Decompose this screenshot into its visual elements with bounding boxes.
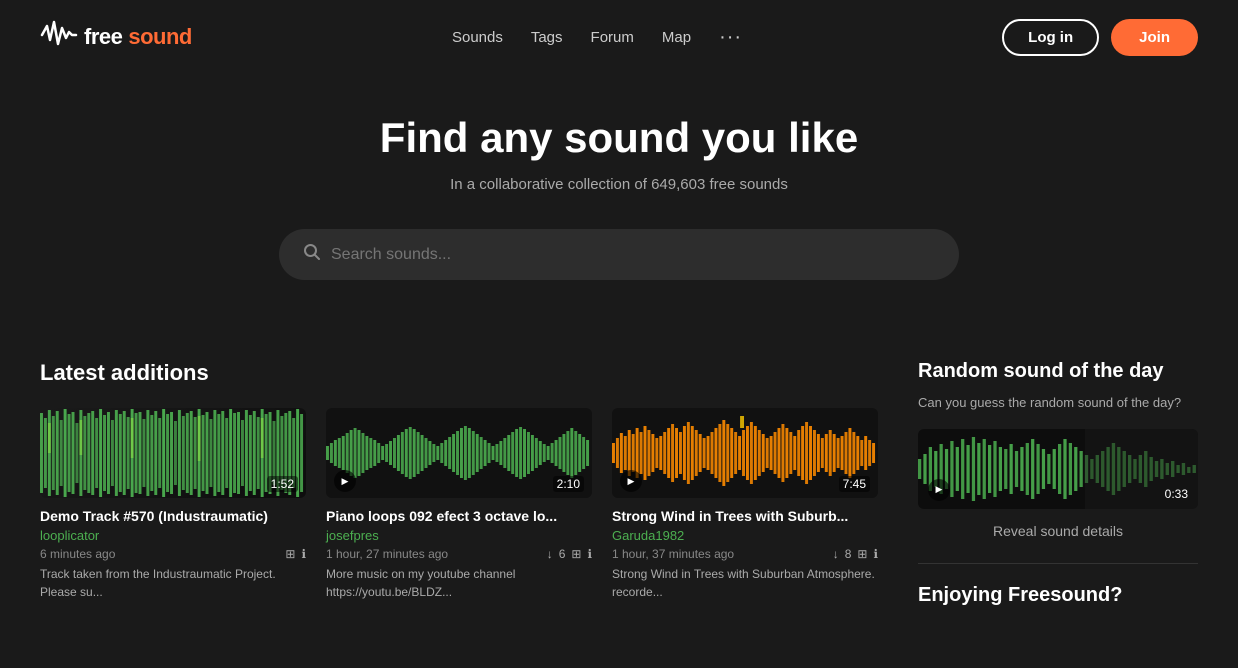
card-1-author[interactable]: looplicator [40, 528, 306, 543]
random-sound-title: Random sound of the day [918, 360, 1198, 383]
waveform-1: 1:52 [40, 408, 306, 498]
nav-more[interactable]: ··· [719, 26, 742, 49]
card-3-play[interactable]: ▶ [620, 470, 642, 492]
stack-icon-2: ⊞ [571, 547, 581, 561]
card-2-meta: 1 hour, 27 minutes ago ↓ 6 ⊞ ℹ [326, 547, 592, 561]
card-1-description: Track taken from the Industraumatic Proj… [40, 565, 306, 601]
join-button[interactable]: Join [1111, 19, 1198, 56]
latest-additions: Latest additions [40, 360, 878, 607]
enjoying-title: Enjoying Freesound? [918, 584, 1198, 607]
sound-card-3[interactable]: ▶ 7:45 Strong Wind in Trees with Suburb.… [612, 408, 878, 601]
info-icon-3: ℹ [873, 547, 878, 561]
waveform-2: ▶ 2:10 [326, 408, 592, 498]
random-duration: 0:33 [1165, 487, 1188, 501]
random-sound-subtitle: Can you guess the random sound of the da… [918, 393, 1198, 413]
sidebar: Random sound of the day Can you guess th… [918, 360, 1198, 607]
nav-forum[interactable]: Forum [591, 29, 634, 46]
card-1-title: Demo Track #570 (Industraumatic) [40, 508, 306, 524]
random-play-button[interactable]: ▶ [928, 479, 950, 501]
nav-sounds[interactable]: Sounds [452, 29, 503, 46]
info-icon: ℹ [301, 547, 306, 561]
info-icon-2: ℹ [587, 547, 592, 561]
hero-title: Find any sound you like [20, 114, 1218, 162]
random-waveform: ▶ 0:33 [918, 429, 1198, 509]
sound-card-1[interactable]: 1:52 Demo Track #570 (Industraumatic) lo… [40, 408, 306, 601]
sound-card-2[interactable]: ▶ 2:10 Piano loops 092 efect 3 octave lo… [326, 408, 592, 601]
card-1-duration: 1:52 [267, 476, 298, 492]
download-count-3: 8 [845, 547, 852, 561]
header-actions: Log in Join [1002, 19, 1198, 56]
card-3-time: 1 hour, 37 minutes ago [612, 547, 734, 561]
search-icon [303, 243, 321, 266]
nav-map[interactable]: Map [662, 29, 691, 46]
card-3-author[interactable]: Garuda1982 [612, 528, 878, 543]
card-2-time: 1 hour, 27 minutes ago [326, 547, 448, 561]
waveform-3: ▶ 7:45 [612, 408, 878, 498]
login-button[interactable]: Log in [1002, 19, 1099, 56]
card-2-duration: 2:10 [553, 476, 584, 492]
stack-icon-3: ⊞ [857, 547, 867, 561]
card-3-description: Strong Wind in Trees with Suburban Atmos… [612, 565, 878, 601]
download-icon: ↓ [547, 547, 553, 561]
card-1-icons: ⊞ ℹ [285, 547, 306, 561]
logo-text-free: free [84, 24, 122, 50]
logo-text-sound: sound [128, 24, 192, 50]
card-2-author[interactable]: josefpres [326, 528, 592, 543]
hero-subtitle: In a collaborative collection of 649,603… [20, 176, 1218, 193]
download-icon-3: ↓ [833, 547, 839, 561]
sidebar-divider [918, 563, 1198, 564]
download-count: 6 [559, 547, 566, 561]
sound-cards: 1:52 Demo Track #570 (Industraumatic) lo… [40, 408, 878, 601]
search-input[interactable] [331, 246, 935, 264]
card-2-description: More music on my youtube channel https:/… [326, 565, 592, 601]
card-3-title: Strong Wind in Trees with Suburb... [612, 508, 878, 524]
nav-tags[interactable]: Tags [531, 29, 563, 46]
card-2-icons: ↓ 6 ⊞ ℹ [547, 547, 592, 561]
reveal-link[interactable]: Reveal sound details [918, 523, 1198, 539]
card-2-play[interactable]: ▶ [334, 470, 356, 492]
main-nav: Sounds Tags Forum Map ··· [452, 26, 742, 49]
search-bar[interactable] [279, 229, 959, 280]
header: freesound Sounds Tags Forum Map ··· Log … [0, 0, 1238, 74]
main-content: Latest additions [0, 330, 1238, 647]
card-3-meta: 1 hour, 37 minutes ago ↓ 8 ⊞ ℹ [612, 547, 878, 561]
hero-section: Find any sound you like In a collaborati… [0, 74, 1238, 330]
card-1-time: 6 minutes ago [40, 547, 115, 561]
logo[interactable]: freesound [40, 16, 192, 59]
card-3-icons: ↓ 8 ⊞ ℹ [833, 547, 878, 561]
stack-icon: ⊞ [285, 547, 295, 561]
card-1-meta: 6 minutes ago ⊞ ℹ [40, 547, 306, 561]
logo-icon [40, 16, 78, 59]
card-3-duration: 7:45 [839, 476, 870, 492]
latest-additions-title: Latest additions [40, 360, 878, 386]
card-2-title: Piano loops 092 efect 3 octave lo... [326, 508, 592, 524]
